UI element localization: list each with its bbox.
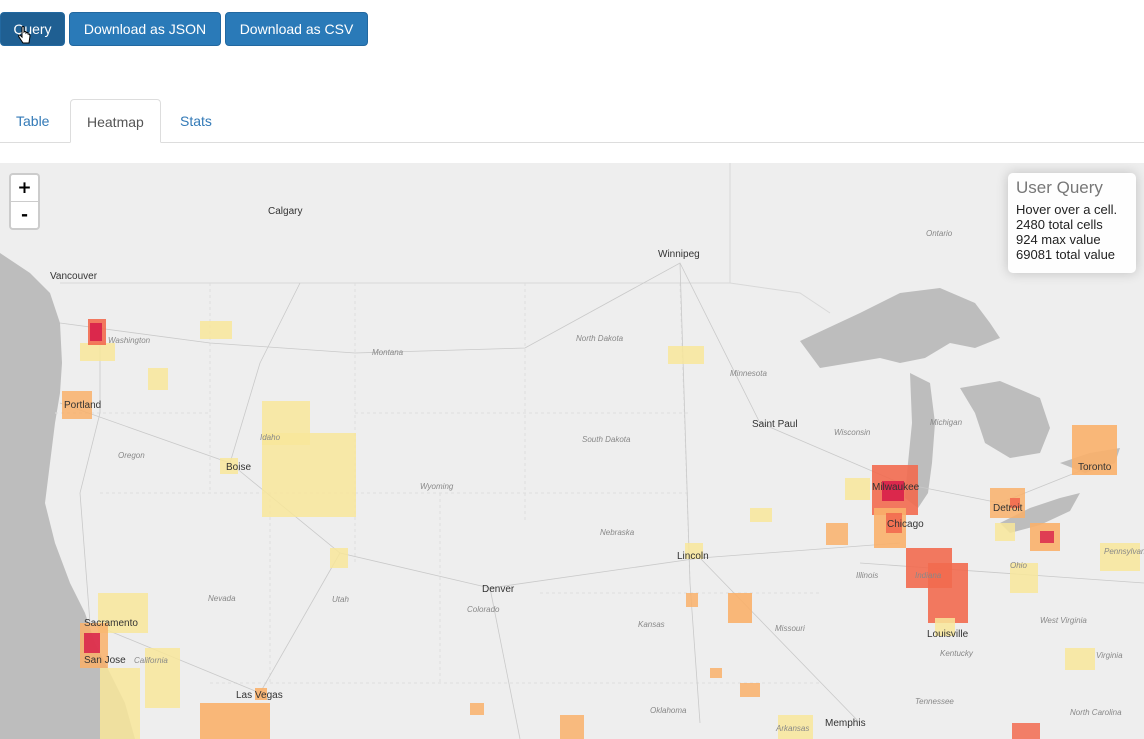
info-total-value: 69081 total value — [1016, 247, 1116, 262]
zoom-out-button[interactable]: - — [11, 202, 38, 228]
city-label: Toronto — [1078, 462, 1112, 473]
region-label: Arkansas — [775, 724, 809, 733]
region-label: Missouri — [775, 624, 805, 633]
city-label: Denver — [482, 584, 515, 595]
region-label: West Virginia — [1040, 616, 1087, 625]
city-label: Winnipeg — [658, 249, 700, 260]
region-label: Virginia — [1096, 651, 1123, 660]
region-label: Colorado — [467, 605, 500, 614]
tab-heatmap[interactable]: Heatmap — [70, 99, 161, 143]
map-canvas[interactable]: Calgary Winnipeg Vancouver Portland Bois… — [0, 163, 1144, 739]
region-label: Michigan — [930, 418, 963, 427]
region-label: South Dakota — [582, 435, 631, 444]
region-label: Idaho — [260, 433, 281, 442]
city-label: San Jose — [84, 655, 126, 666]
city-label: Louisville — [927, 629, 969, 640]
city-label: Saint Paul — [752, 419, 798, 430]
region-label: Pennsylvania — [1104, 547, 1144, 556]
city-label: Memphis — [825, 718, 866, 729]
region-label: Oklahoma — [650, 706, 687, 715]
hand-cursor-icon — [18, 26, 31, 44]
city-label: Calgary — [268, 206, 302, 217]
info-max-value: 924 max value — [1016, 232, 1101, 247]
download-json-button[interactable]: Download as JSON — [69, 12, 221, 46]
region-label: Wisconsin — [834, 428, 871, 437]
city-label: Sacramento — [84, 618, 138, 629]
region-label: Tennessee — [915, 697, 954, 706]
region-label: North Carolina — [1070, 708, 1122, 717]
city-label: Vancouver — [50, 271, 98, 282]
region-label: Utah — [332, 595, 349, 604]
region-label: Nebraska — [600, 528, 635, 537]
region-label: North Dakota — [576, 334, 624, 343]
tab-stats[interactable]: Stats — [164, 99, 228, 143]
region-label: Ontario — [926, 229, 953, 238]
info-panel: User Query Hover over a cell. 2480 total… — [1008, 173, 1136, 273]
city-label: Detroit — [993, 503, 1023, 514]
city-label: Milwaukee — [872, 482, 920, 493]
region-label: Nevada — [208, 594, 236, 603]
zoom-control: + - — [9, 173, 40, 230]
zoom-in-button[interactable]: + — [11, 175, 38, 202]
tab-bar: Table Heatmap Stats — [0, 99, 1144, 143]
region-label: Indiana — [915, 571, 942, 580]
tab-table[interactable]: Table — [0, 99, 65, 143]
region-label: Washington — [108, 336, 151, 345]
query-button[interactable]: Query — [0, 12, 65, 46]
city-label: Boise — [226, 462, 251, 473]
city-label: Las Vegas — [236, 690, 283, 701]
download-csv-button[interactable]: Download as CSV — [225, 12, 368, 46]
region-label: Oregon — [118, 451, 145, 460]
region-label: Minnesota — [730, 369, 767, 378]
info-hint: Hover over a cell. — [1016, 202, 1118, 217]
info-title: User Query — [1016, 178, 1103, 197]
city-label: Chicago — [887, 519, 924, 530]
city-label: Lincoln — [677, 551, 709, 562]
info-total-cells: 2480 total cells — [1016, 217, 1103, 232]
region-label: Kentucky — [940, 649, 974, 658]
heatmap-map[interactable]: Calgary Winnipeg Vancouver Portland Bois… — [0, 163, 1144, 739]
region-label: Montana — [372, 348, 404, 357]
region-label: Wyoming — [420, 482, 454, 491]
region-label: Kansas — [638, 620, 665, 629]
region-label: California — [134, 656, 168, 665]
city-label: Portland — [64, 400, 101, 411]
region-label: Ohio — [1010, 561, 1027, 570]
region-label: Illinois — [856, 571, 878, 580]
